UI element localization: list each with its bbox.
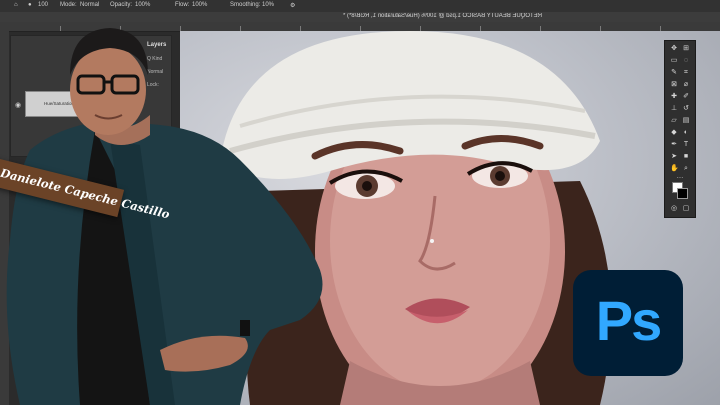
- flow-field[interactable]: 100%: [192, 2, 207, 8]
- crop-icon[interactable]: ⌗: [682, 69, 690, 77]
- home-icon[interactable]: ⌂: [14, 2, 18, 8]
- pen-icon[interactable]: ✒: [670, 141, 678, 149]
- opacity-field[interactable]: 100%: [135, 2, 150, 8]
- hand-icon[interactable]: ✋: [670, 165, 679, 173]
- history-brush-icon[interactable]: ↺: [682, 105, 690, 113]
- dodge-icon[interactable]: ◐: [682, 129, 690, 137]
- quick-select-icon[interactable]: ✎: [670, 69, 678, 77]
- type-icon[interactable]: T: [682, 141, 690, 149]
- flow-label: Flow:: [175, 2, 190, 8]
- screen-mode-icon[interactable]: ▢: [682, 205, 690, 213]
- gradient-icon[interactable]: ▤: [682, 117, 690, 125]
- shape-icon[interactable]: ■: [682, 153, 690, 161]
- artboard-icon[interactable]: ⊞: [682, 45, 690, 53]
- lasso-icon[interactable]: ◌: [682, 57, 690, 65]
- photoshop-logo: Ps: [573, 270, 683, 376]
- smoothing-label: Smoothing:: [230, 2, 261, 8]
- more-icon[interactable]: …: [676, 173, 684, 181]
- frame-icon[interactable]: ⊠: [670, 81, 678, 89]
- quick-mask-icon[interactable]: ◎: [670, 205, 678, 213]
- mode-select[interactable]: Normal: [80, 2, 99, 8]
- eraser-icon[interactable]: ▱: [670, 117, 678, 125]
- move-icon[interactable]: ✥: [670, 45, 678, 53]
- photoshop-logo-text: Ps: [595, 289, 663, 352]
- marquee-icon[interactable]: ▭: [670, 57, 678, 65]
- stamp-icon[interactable]: ⊥: [670, 105, 678, 113]
- path-select-icon[interactable]: ➤: [670, 153, 678, 161]
- settings-icon[interactable]: ⚙: [290, 2, 295, 9]
- brush-icon[interactable]: ✐: [682, 93, 690, 101]
- zoom-icon[interactable]: ⌕: [682, 165, 690, 173]
- opacity-label: Opacity:: [110, 2, 133, 8]
- smoothing-field[interactable]: 10%: [262, 2, 274, 8]
- document-title: RETOQUE BEAUTY BASICO 1.psd @ 100% (Hue/…: [343, 13, 542, 19]
- presenter-photo: [6, 28, 323, 405]
- blur-icon[interactable]: ◆: [670, 129, 678, 137]
- brush-size[interactable]: 100: [38, 2, 48, 8]
- healing-icon[interactable]: ✚: [670, 93, 678, 101]
- brush-preset-icon[interactable]: ●: [28, 2, 32, 8]
- background-color-swatch[interactable]: [677, 188, 688, 199]
- eyedropper-icon[interactable]: ⌀: [682, 81, 690, 89]
- mode-label: Mode:: [60, 2, 77, 8]
